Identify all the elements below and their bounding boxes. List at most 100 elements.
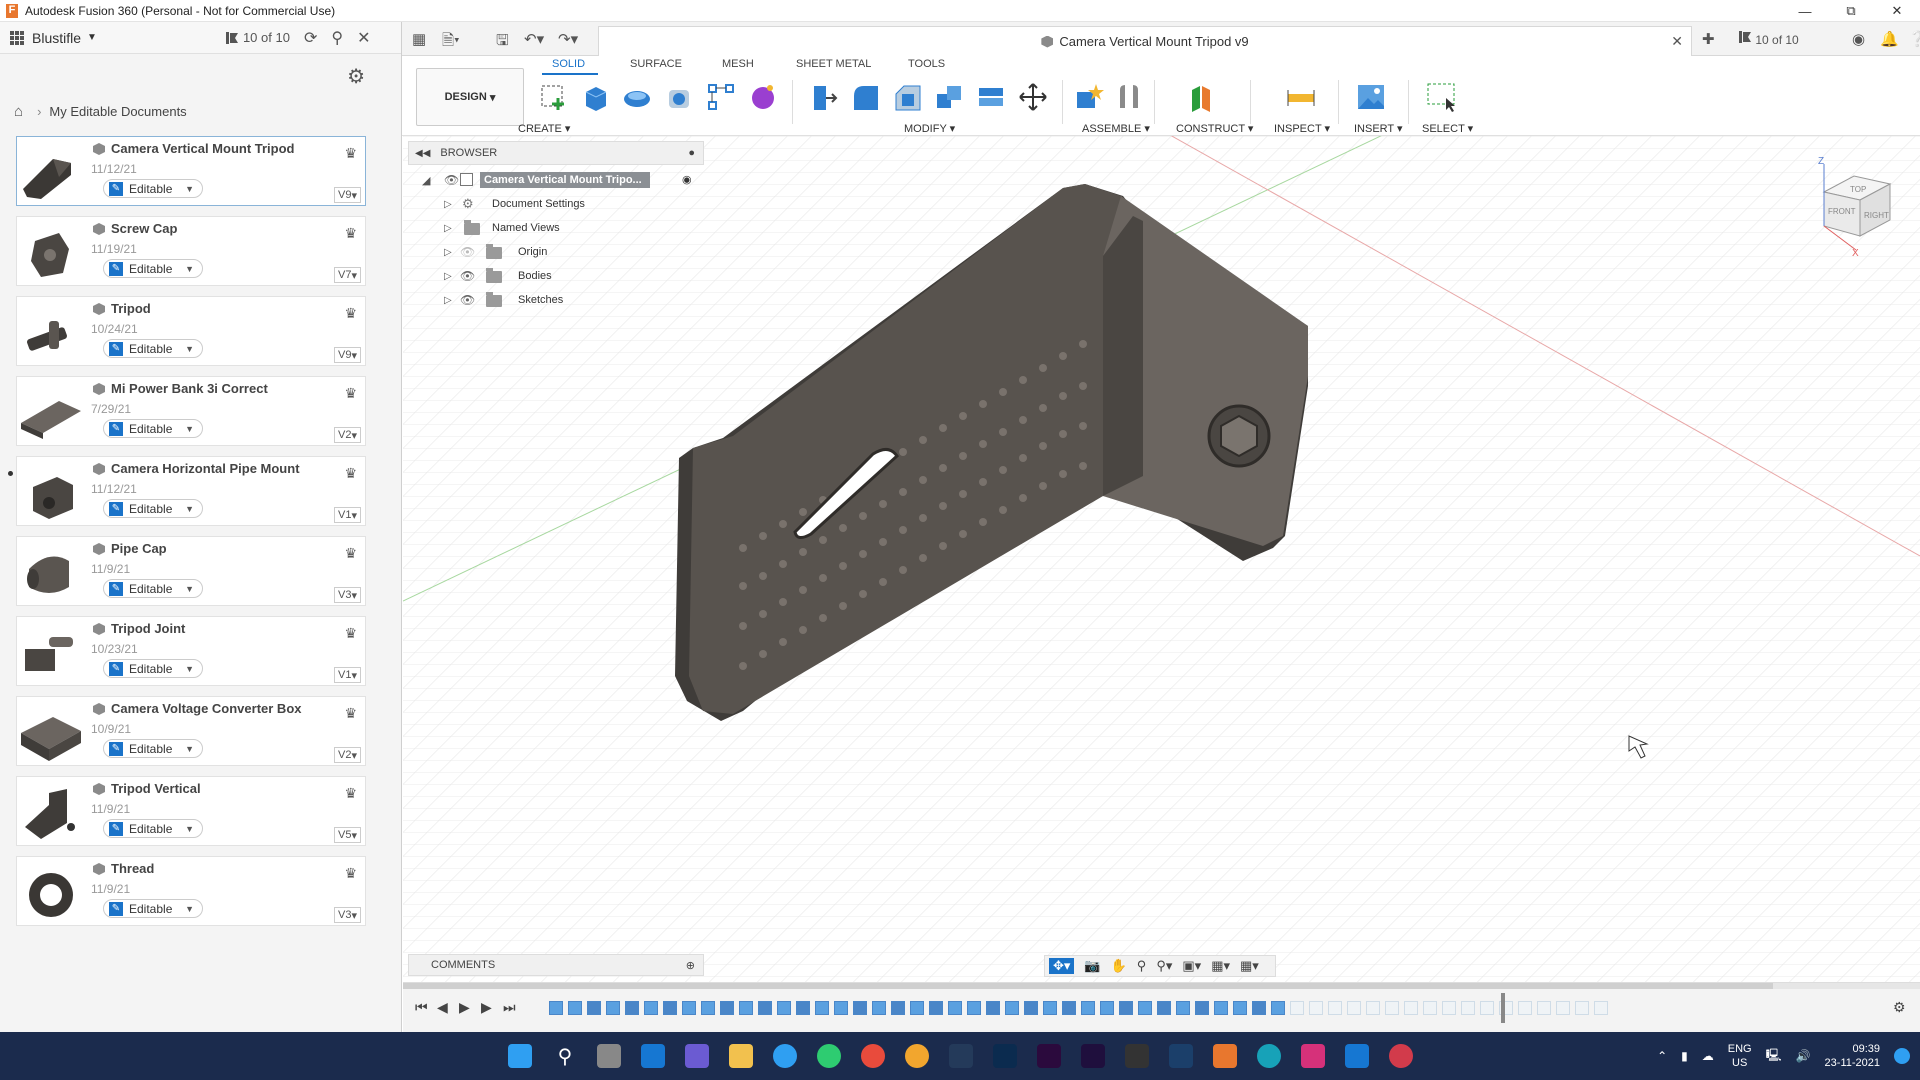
timeline-end-icon[interactable]: ⏭ (503, 999, 516, 1016)
timeline-feature-icon[interactable] (872, 1001, 886, 1015)
file-menu-icon[interactable]: 🗎▾ (442, 30, 460, 55)
chevron-down-icon[interactable]: ▼ (185, 664, 194, 674)
timeline-feature-icon[interactable] (853, 1001, 867, 1015)
eye-hidden-icon[interactable]: 👁 (460, 245, 475, 259)
chevron-down-icon[interactable]: ▼ (185, 344, 194, 354)
gear-icon[interactable]: ⚙ (347, 64, 365, 89)
share-people-icon[interactable]: ♛ (344, 625, 357, 642)
document-thumbnail[interactable] (19, 303, 83, 363)
fusion-360-icon[interactable] (1213, 1044, 1237, 1068)
document-thumbnail[interactable] (19, 703, 83, 763)
chevron-down-icon[interactable]: ▼ (185, 824, 194, 834)
document-name[interactable]: Tripod (111, 301, 151, 316)
grid-settings-icon[interactable]: ▦▾ (1211, 958, 1230, 974)
language-indicator[interactable]: ENG US (1728, 1042, 1752, 1070)
edit-status-dropdown[interactable]: ✎ Editable ▼ (103, 739, 203, 758)
notifications-icon[interactable]: 🔔 (1880, 30, 1899, 48)
tray-device-icon[interactable]: ▮ (1681, 1049, 1688, 1063)
new-tab-icon[interactable]: ✚ (1702, 30, 1715, 48)
version-dropdown[interactable]: V2 ▾ (334, 747, 361, 763)
measure-icon[interactable] (1286, 82, 1316, 112)
timeline-feature-icon[interactable] (1119, 1001, 1133, 1015)
document-card[interactable]: Camera Vertical Mount Tripod 11/12/21 ✎ Edi… (16, 136, 366, 206)
timeline-feature-icon[interactable] (1195, 1001, 1209, 1015)
store-icon[interactable] (1345, 1044, 1369, 1068)
arduino-icon[interactable] (1257, 1044, 1281, 1068)
notification-center-icon[interactable] (1894, 1048, 1910, 1064)
orbit-icon[interactable]: ✥▾ (1049, 958, 1075, 974)
edit-status-dropdown[interactable]: ✎ Editable ▼ (103, 499, 203, 518)
document-thumbnail[interactable] (19, 863, 83, 923)
windows-start-icon[interactable] (508, 1044, 532, 1068)
minimize-button[interactable]: — (1782, 0, 1828, 22)
tree-node-sketches[interactable]: ▷ 👁 Sketches (408, 288, 704, 312)
tree-node-label[interactable]: Named Views (492, 222, 560, 234)
version-dropdown[interactable]: V2 ▾ (334, 427, 361, 443)
timeline-feature-icon[interactable] (1518, 1001, 1532, 1015)
view-cube-front-label[interactable]: FRONT (1828, 207, 1856, 216)
timeline-feature-icon[interactable] (1423, 1001, 1437, 1015)
timeline-settings-icon[interactable]: ⚙ (1893, 999, 1906, 1016)
share-people-icon[interactable]: ♛ (344, 545, 357, 562)
chevron-down-icon[interactable]: ▼ (185, 904, 194, 914)
view-cube-right-label[interactable]: RIGHT (1864, 211, 1889, 220)
timeline-feature-icon[interactable] (1043, 1001, 1057, 1015)
tab-sheet-metal[interactable]: SHEET METAL (796, 58, 871, 70)
undo-icon[interactable]: ↶▾ (524, 30, 544, 48)
sweep-icon[interactable] (664, 82, 694, 112)
version-dropdown[interactable]: V3 ▾ (334, 907, 361, 923)
group-inspect[interactable]: INSPECT ▾ (1274, 122, 1330, 135)
timeline-feature-icon[interactable] (929, 1001, 943, 1015)
look-at-icon[interactable]: 📷 (1084, 958, 1100, 974)
version-dropdown[interactable]: V1 ▾ (334, 667, 361, 683)
help-icon[interactable]: ❔ (1908, 30, 1920, 48)
document-thumbnail[interactable] (19, 623, 83, 683)
offset-plane-icon[interactable] (1186, 82, 1216, 112)
timeline-scrollbar[interactable] (403, 983, 1920, 989)
browser-pin-icon[interactable]: ● (688, 147, 695, 159)
timeline-feature-icon[interactable] (758, 1001, 772, 1015)
workspace-switcher[interactable]: DESIGN ▾ (416, 68, 524, 126)
edit-status-dropdown[interactable]: ✎ Editable ▼ (103, 659, 203, 678)
chevron-down-icon[interactable]: ▼ (185, 584, 194, 594)
display-settings-icon[interactable]: ▣▾ (1182, 958, 1201, 974)
eye-icon[interactable]: 👁 (460, 293, 475, 307)
tree-node-named-views[interactable]: ▷ Named Views (408, 216, 704, 240)
tab-tools[interactable]: TOOLS (908, 58, 945, 70)
timeline-feature-icon[interactable] (1100, 1001, 1114, 1015)
tab-surface[interactable]: SURFACE (630, 58, 682, 70)
timeline-feature-icon[interactable] (1290, 1001, 1304, 1015)
data-panel-toggle-icon[interactable]: ▦ (412, 30, 426, 48)
document-card[interactable]: Tripod Joint 10/23/21 ✎ Editable ▼ ♛ V1 ▾ (16, 616, 366, 686)
photoshop-icon[interactable] (993, 1044, 1017, 1068)
app-red-icon[interactable] (1389, 1044, 1413, 1068)
timeline-feature-icon[interactable] (1385, 1001, 1399, 1015)
document-card[interactable]: Pipe Cap 11/9/21 ✎ Editable ▼ ♛ V3 ▾ (16, 536, 366, 606)
timeline-feature-icon[interactable] (1252, 1001, 1266, 1015)
timeline-feature-icon[interactable] (910, 1001, 924, 1015)
version-dropdown[interactable]: V5 ▾ (334, 827, 361, 843)
shell-icon[interactable] (934, 82, 964, 112)
view-cube-top-label[interactable]: TOP (1850, 185, 1866, 194)
timeline-feature-icon[interactable] (1024, 1001, 1038, 1015)
timeline-feature-icon[interactable] (644, 1001, 658, 1015)
document-name[interactable]: Pipe Cap (111, 541, 167, 556)
timeline-feature-icon[interactable] (834, 1001, 848, 1015)
close-window-button[interactable]: ✕ (1874, 0, 1920, 22)
tree-node-label[interactable]: Bodies (518, 270, 552, 282)
edit-status-dropdown[interactable]: ✎ Editable ▼ (103, 579, 203, 598)
timeline-feature-icon[interactable] (948, 1001, 962, 1015)
document-thumbnail[interactable] (19, 383, 83, 443)
group-create[interactable]: CREATE ▾ (518, 122, 570, 135)
timeline-feature-icon[interactable] (1347, 1001, 1361, 1015)
chevron-down-icon[interactable]: ▼ (87, 32, 97, 43)
document-name[interactable]: Camera Voltage Converter Box (111, 701, 302, 716)
eye-icon[interactable]: 👁 (444, 173, 459, 187)
tree-node-label[interactable]: Origin (518, 246, 547, 258)
expand-triangle-icon[interactable]: ▷ (444, 247, 452, 258)
timeline-feature-icon[interactable] (1461, 1001, 1475, 1015)
premiere-icon[interactable] (1037, 1044, 1061, 1068)
group-modify[interactable]: MODIFY ▾ (904, 122, 955, 135)
edit-status-dropdown[interactable]: ✎ Editable ▼ (103, 339, 203, 358)
group-select[interactable]: SELECT ▾ (1422, 122, 1473, 135)
